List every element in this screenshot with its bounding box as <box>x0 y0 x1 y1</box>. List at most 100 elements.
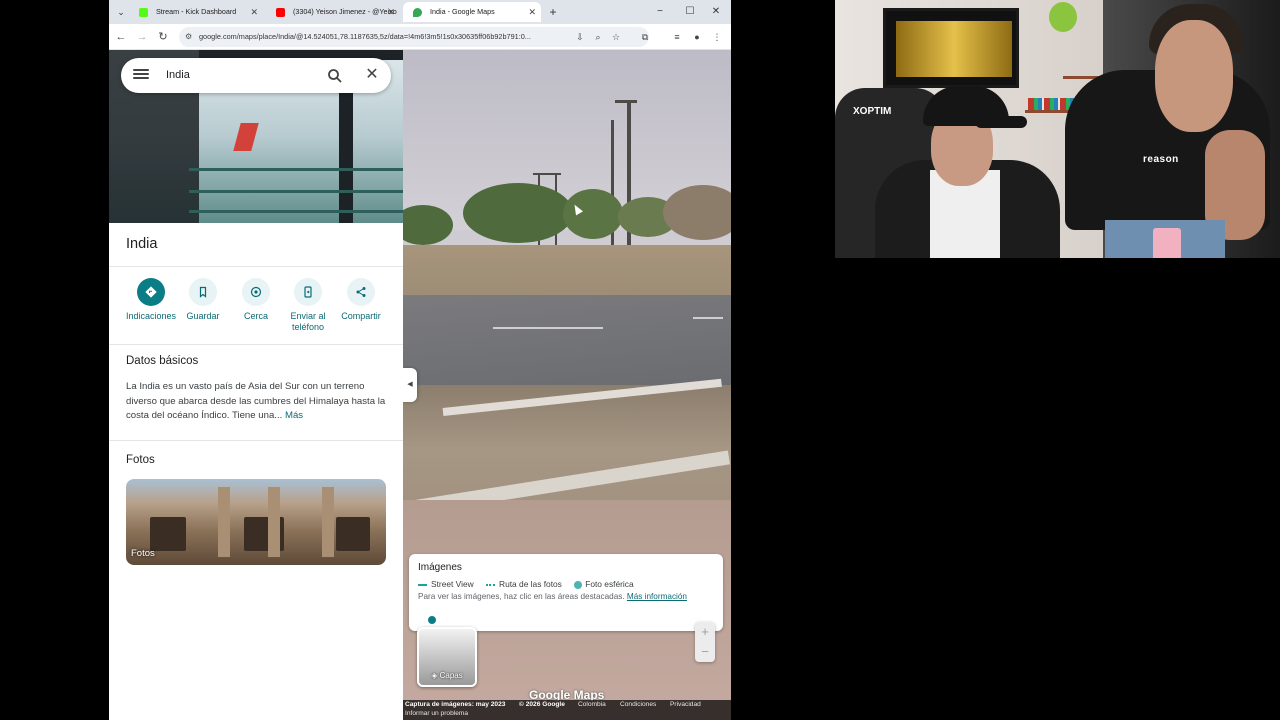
street-view-line-icon <box>418 583 427 586</box>
tab-bar: ⌄ Stream - Kick Dashboard ✕ (3304) Yeiso… <box>109 0 731 24</box>
images-card: Imágenes Street View Ruta de las fotos F… <box>409 554 723 631</box>
reload-button[interactable]: ↻ <box>154 28 172 46</box>
action-label: Compartir <box>341 311 381 321</box>
close-icon[interactable]: ✕ <box>250 2 258 22</box>
divider <box>109 344 403 345</box>
directions-icon <box>137 278 165 306</box>
hint-text: Para ver las imágenes, haz clic en las á… <box>418 592 625 601</box>
divider <box>109 440 403 441</box>
browser-toolbar: ← → ↻ ⚙ google.com/maps/place/India/@14.… <box>109 24 731 50</box>
close-icon[interactable]: ✕ <box>528 2 536 22</box>
tab-title: (3304) Yeison Jimenez - @Yeiso <box>293 7 397 16</box>
search-icon[interactable] <box>326 67 344 85</box>
description-text: La India es un vasto país de Asia del Su… <box>126 381 386 421</box>
close-icon[interactable]: ✕ <box>363 65 381 85</box>
zoom-out-button[interactable]: − <box>695 642 715 662</box>
capture-date: Captura de imágenes: may 2023 <box>405 701 506 708</box>
send-to-phone-button[interactable]: Enviar al teléfono <box>280 278 336 333</box>
install-app-icon[interactable]: ⇩ <box>572 28 588 46</box>
save-button[interactable]: Guardar <box>175 278 231 322</box>
share-icon <box>347 278 375 306</box>
minimize-button[interactable]: − <box>647 3 673 21</box>
zoom-icon[interactable]: ⌕ <box>590 28 606 46</box>
tab-google-maps[interactable]: India - Google Maps ✕ <box>403 2 541 22</box>
images-card-title: Imágenes <box>418 562 462 573</box>
action-label: Guardar <box>186 311 220 321</box>
photo-label: Fotos <box>131 548 155 559</box>
youtube-favicon-icon <box>276 8 285 17</box>
nearby-icon <box>242 278 270 306</box>
tab-search-icon[interactable]: ⌄ <box>113 4 129 20</box>
location-dot-icon <box>427 615 437 625</box>
action-label: Indicaciones <box>125 311 177 321</box>
place-panel: India ✕ India Indicaciones Guardar Cerca… <box>109 50 403 720</box>
nearby-button[interactable]: Cerca <box>228 278 284 322</box>
site-info-icon[interactable]: ⚙ <box>185 27 192 47</box>
street-view[interactable]: ◀ Imágenes Street View Ruta de las fotos… <box>403 50 731 720</box>
browser-window: ⌄ Stream - Kick Dashboard ✕ (3304) Yeiso… <box>109 0 731 720</box>
spherical-photo-icon <box>574 580 583 589</box>
back-button[interactable]: ← <box>112 28 130 46</box>
privacy-link[interactable]: Privacidad <box>670 701 701 708</box>
tab-title: Stream - Kick Dashboard <box>156 7 237 16</box>
maps-favicon-icon <box>413 8 422 17</box>
copyright: © 2026 Google <box>519 701 565 708</box>
collapse-panel-button[interactable]: ◀ <box>403 368 417 402</box>
extensions-icon[interactable]: ⧉ <box>637 28 653 46</box>
images-legend: Street View Ruta de las fotos Foto esfér… <box>418 579 644 589</box>
more-menu-icon[interactable]: ⋮ <box>709 28 725 46</box>
divider <box>109 266 403 267</box>
legend-label: Street View <box>431 579 474 589</box>
legend-label: Ruta de las fotos <box>499 579 562 589</box>
url-text: google.com/maps/place/India/@14.524051,7… <box>199 32 531 41</box>
tab-kick-dashboard[interactable]: Stream - Kick Dashboard ✕ <box>129 2 263 22</box>
tab-youtube[interactable]: (3304) Yeison Jimenez - @Yeiso ✕ <box>266 2 400 22</box>
map-footer: Captura de imágenes: may 2023 © 2026 Goo… <box>403 700 731 720</box>
maps-content: India ✕ India Indicaciones Guardar Cerca… <box>109 50 731 720</box>
report-problem-link[interactable]: Informar un problema <box>405 710 468 717</box>
search-input[interactable]: India <box>166 58 190 93</box>
screen: ⌄ Stream - Kick Dashboard ✕ (3304) Yeiso… <box>0 0 1280 720</box>
webcam-overlay: XOPTIM reason <box>835 0 1280 258</box>
tab-title: India - Google Maps <box>430 7 495 16</box>
layers-button[interactable]: ◈ Capas <box>417 627 477 687</box>
share-button[interactable]: Compartir <box>333 278 389 322</box>
images-hint: Para ver las imágenes, haz clic en las á… <box>418 592 687 601</box>
country-link[interactable]: Colombia <box>578 701 606 708</box>
forward-button[interactable]: → <box>133 28 151 46</box>
action-label: Cerca <box>243 311 268 321</box>
place-description: La India es un vasto país de Asia del Su… <box>126 380 391 424</box>
chair-logo: XOPTIM <box>853 106 892 117</box>
photo-thumbnail[interactable]: Fotos <box>126 479 386 565</box>
media-icon[interactable]: ≡ <box>669 28 685 46</box>
zoom-in-button[interactable]: + <box>695 622 715 642</box>
send-to-phone-icon <box>294 278 322 306</box>
action-label: Enviar al teléfono <box>290 311 326 332</box>
cup <box>1153 228 1181 258</box>
bookmark-star-icon[interactable]: ☆ <box>608 28 624 46</box>
avatar[interactable]: ● <box>689 28 705 46</box>
layers-icon: ◈ <box>431 671 440 680</box>
photo-path-dots-icon <box>486 583 496 586</box>
dollar-poster <box>883 8 1019 88</box>
section-title-photos: Fotos <box>126 454 155 466</box>
window-close-button[interactable]: ✕ <box>703 3 729 21</box>
maximize-button[interactable]: ☐ <box>677 3 703 21</box>
guest-face <box>1155 20 1233 132</box>
plush-toy <box>1049 2 1077 32</box>
new-tab-button[interactable]: + <box>545 2 561 22</box>
search-box[interactable]: India ✕ <box>121 58 391 93</box>
more-link[interactable]: Más <box>285 410 303 421</box>
more-info-link[interactable]: Más información <box>627 592 687 601</box>
zoom-control: + − <box>695 622 715 662</box>
shirt-logo: reason <box>1143 154 1179 165</box>
bookmark-icon <box>189 278 217 306</box>
menu-icon[interactable] <box>133 67 149 83</box>
close-icon[interactable]: ✕ <box>387 2 395 22</box>
layers-label: Capas <box>439 671 463 680</box>
directions-button[interactable]: Indicaciones <box>123 278 179 322</box>
kick-favicon-icon <box>139 8 148 17</box>
section-title-basics: Datos básicos <box>126 355 199 367</box>
terms-link[interactable]: Condiciones <box>620 701 656 708</box>
place-title: India <box>126 236 158 252</box>
